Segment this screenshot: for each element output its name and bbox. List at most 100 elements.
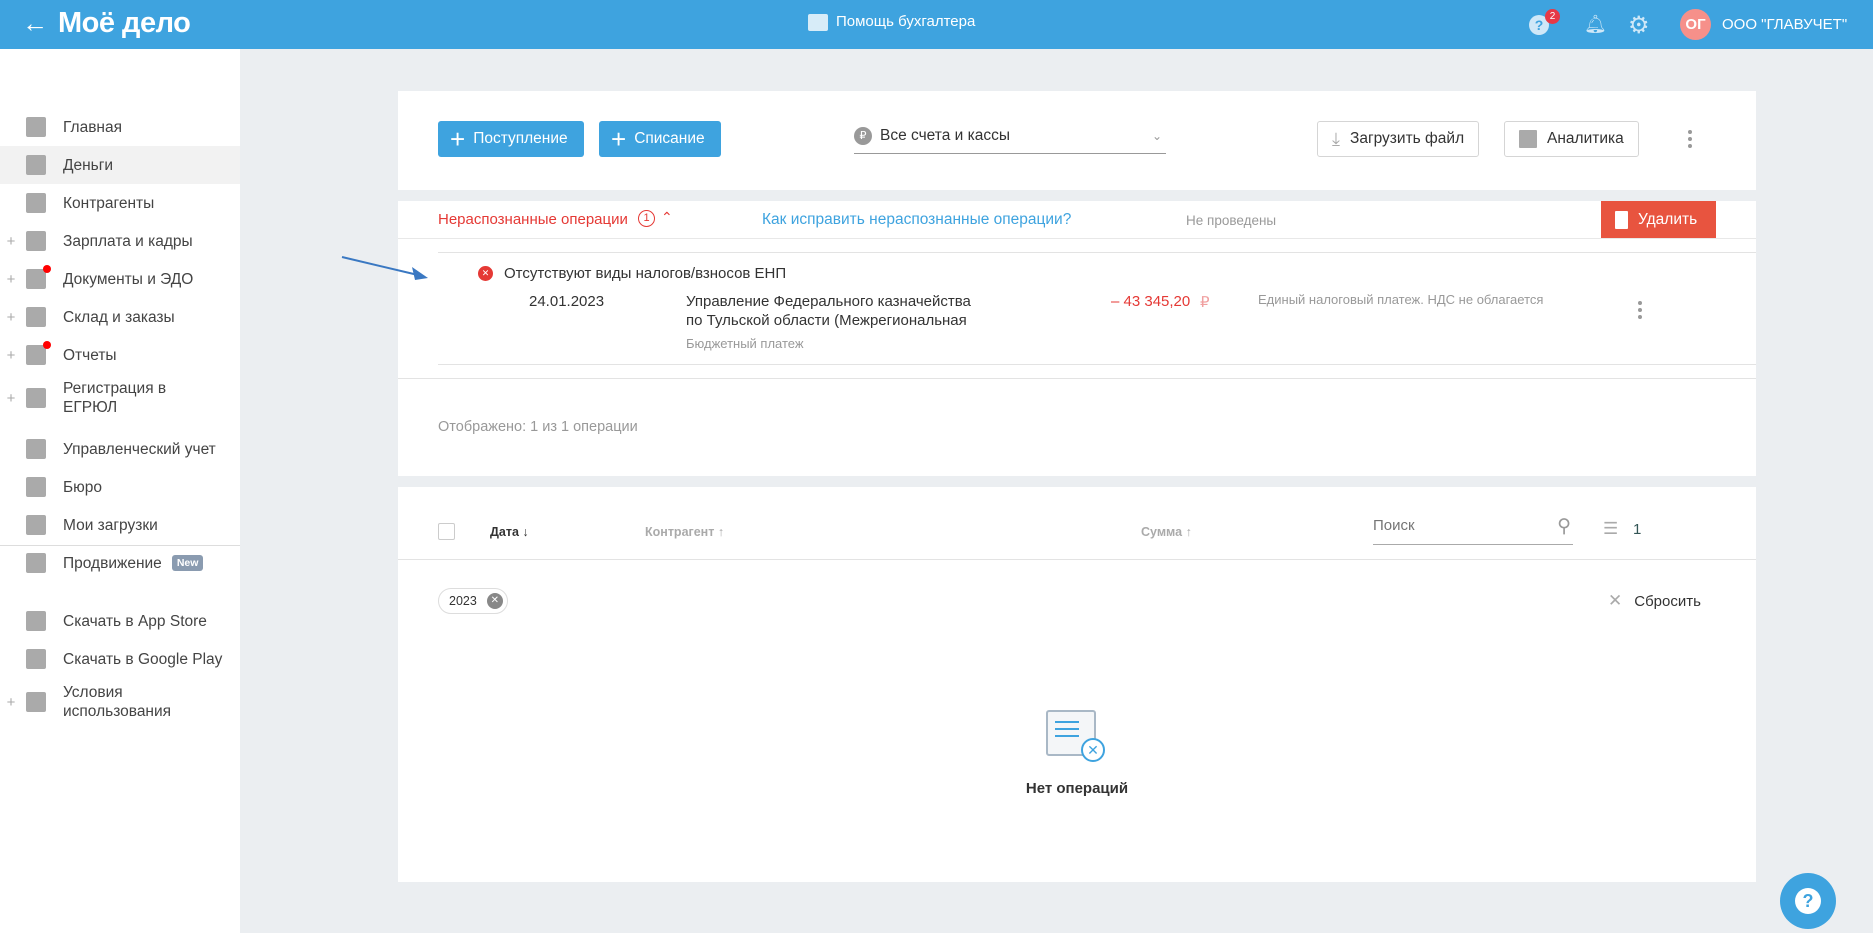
account-select-value: Все счета и кассы <box>880 127 1010 144</box>
column-sum[interactable]: Сумма ↑ <box>1141 525 1192 539</box>
row-menu-icon[interactable] <box>1638 301 1642 319</box>
delete-label: Удалить <box>1638 210 1698 228</box>
expense-label: Списание <box>634 130 705 147</box>
sidebar-item-label: Склад и заказы <box>63 308 175 326</box>
help-chat-button[interactable]: ? <box>1780 873 1836 929</box>
folder-icon <box>26 265 51 289</box>
expand-icon[interactable]: + <box>0 390 22 407</box>
folder-icon <box>26 515 46 535</box>
sidebar-item-7[interactable]: + Регистрация в ЕГРЮЛ <box>0 374 240 422</box>
company-name[interactable]: ООО "ГЛАВУЧЕТ" <box>1722 16 1847 33</box>
more-menu-icon[interactable] <box>1688 130 1692 148</box>
sidebar-item-13[interactable]: Скачать в Google Play <box>0 640 240 678</box>
sidebar-item-5[interactable]: + Склад и заказы <box>0 298 240 336</box>
search-field[interactable]: ⚲ <box>1373 511 1573 545</box>
delete-button[interactable]: Удалить <box>1601 201 1716 238</box>
avatar[interactable]: ОГ <box>1680 9 1711 40</box>
more-icon <box>26 692 46 712</box>
notification-dot <box>43 341 51 349</box>
sidebar-item-8[interactable]: Управленческий учет <box>0 430 240 468</box>
registration-icon <box>26 388 46 408</box>
sidebar-item-label: Документы и ЭДО <box>63 270 194 288</box>
operation-date: 24.01.2023 <box>529 293 605 310</box>
report-icon <box>26 341 51 365</box>
bell-icon[interactable]: 🔔︎ <box>1584 14 1607 35</box>
filter-count: 1 <box>1633 521 1642 538</box>
chevron-up-icon[interactable]: ⌃ <box>661 209 673 226</box>
money-icon <box>26 155 46 175</box>
income-button[interactable]: + Поступление <box>438 121 584 157</box>
unrecognized-count: 1 <box>638 210 655 227</box>
operation-contractor-line1: Управление Федерального казначейства <box>686 293 971 310</box>
plus-icon: + <box>611 124 627 154</box>
back-arrow-icon[interactable]: ← <box>22 8 48 39</box>
shown-count: Отображено: 1 из 1 операции <box>438 419 638 435</box>
error-icon: ✕ <box>478 266 493 281</box>
contractor-icon <box>26 193 46 213</box>
operation-type: Бюджетный платеж <box>686 336 804 351</box>
close-icon: ✕ <box>1608 591 1623 610</box>
logo[interactable]: Моё дело <box>58 7 191 40</box>
sidebar-item-label: Деньги <box>63 156 114 174</box>
gear-icon[interactable]: ⚙ <box>1628 11 1650 40</box>
apple-icon <box>26 611 46 631</box>
chip-remove-icon[interactable]: ✕ <box>486 593 503 609</box>
expense-button[interactable]: + Списание <box>599 121 721 157</box>
sidebar-item-1[interactable]: Деньги <box>0 146 240 184</box>
bar-chart-icon <box>1519 130 1537 148</box>
helper-icon[interactable] <box>808 14 828 31</box>
sidebar-item-6[interactable]: + Отчеты <box>0 336 240 374</box>
analytics-label: Аналитика <box>1547 130 1624 147</box>
account-select[interactable]: ₽ Все счета и кассы ⌄ <box>854 119 1166 154</box>
sidebar-item-label: Контрагенты <box>63 194 155 212</box>
briefcase-icon <box>26 477 46 497</box>
error-message: Отсутствуют виды налогов/взносов ЕНП <box>504 265 787 282</box>
sidebar-item-3[interactable]: + Зарплата и кадры <box>0 222 240 260</box>
operation-description: Единый налоговый платеж. НДС не облагает… <box>1258 292 1544 307</box>
sidebar-item-10[interactable]: Мои загрузки <box>0 506 240 544</box>
help-link[interactable]: Как исправить нераспознанные операции? <box>762 211 1071 229</box>
status-text: Не проведены <box>1186 213 1277 228</box>
home-icon <box>26 117 46 137</box>
sidebar-item-label: Продвижение <box>63 554 162 572</box>
expand-icon[interactable]: + <box>0 694 22 711</box>
ruble-icon: ₽ <box>854 127 872 145</box>
sidebar-item-14[interactable]: + Условия использования <box>0 678 240 726</box>
column-contractor[interactable]: Контрагент ↑ <box>645 525 724 539</box>
expand-icon[interactable]: + <box>0 271 22 288</box>
sidebar-item-label: Мои загрузки <box>63 516 158 534</box>
reset-filters-button[interactable]: ✕ Сбросить <box>1608 591 1701 611</box>
upload-file-button[interactable]: ⤓ Загрузить файл <box>1317 121 1480 157</box>
search-input[interactable] <box>1373 517 1543 534</box>
sidebar-item-2[interactable]: Контрагенты <box>0 184 240 222</box>
select-all-checkbox[interactable] <box>438 523 455 540</box>
column-date[interactable]: Дата ↓ <box>490 525 529 539</box>
annotation-arrow <box>341 256 428 280</box>
reset-label: Сбросить <box>1634 592 1701 610</box>
expand-icon[interactable]: + <box>0 347 22 364</box>
chart-icon <box>26 553 46 573</box>
helper-link[interactable]: Помощь бухгалтера <box>836 13 975 30</box>
unrecognized-title[interactable]: Нераспознанные операции <box>438 211 628 228</box>
sidebar-item-label: Регистрация в ЕГРЮЛ <box>63 380 167 416</box>
top-bar: ← Моё дело Помощь бухгалтера ? 2 🔔︎ ⚙ ОГ… <box>0 0 1873 49</box>
sidebar-item-12[interactable]: Скачать в App Store <box>0 602 240 640</box>
sidebar-item-label: Бюро <box>63 478 103 496</box>
filter-icon[interactable]: ☰ <box>1603 519 1618 539</box>
trash-icon <box>1615 210 1628 229</box>
sidebar-item-9[interactable]: Бюро <box>0 468 240 506</box>
sidebar-item-label: Скачать в App Store <box>63 612 207 630</box>
sidebar-item-11[interactable]: Продвижение New <box>0 544 240 582</box>
expand-icon[interactable]: + <box>0 309 22 326</box>
sidebar-item-0[interactable]: Главная <box>0 108 240 146</box>
plus-icon: + <box>450 124 466 154</box>
analytics-button[interactable]: Аналитика <box>1504 121 1639 157</box>
sidebar-item-label: Условия использования <box>63 684 172 720</box>
expand-icon[interactable]: + <box>0 233 22 250</box>
sidebar-item-4[interactable]: + Документы и ЭДО <box>0 260 240 298</box>
google-play-icon <box>26 649 46 669</box>
empty-list-icon: ✕ <box>1046 710 1105 762</box>
sidebar-item-label: Скачать в Google Play <box>63 650 223 668</box>
chevron-down-icon: ⌄ <box>1151 129 1162 143</box>
search-icon[interactable]: ⚲ <box>1557 515 1571 538</box>
